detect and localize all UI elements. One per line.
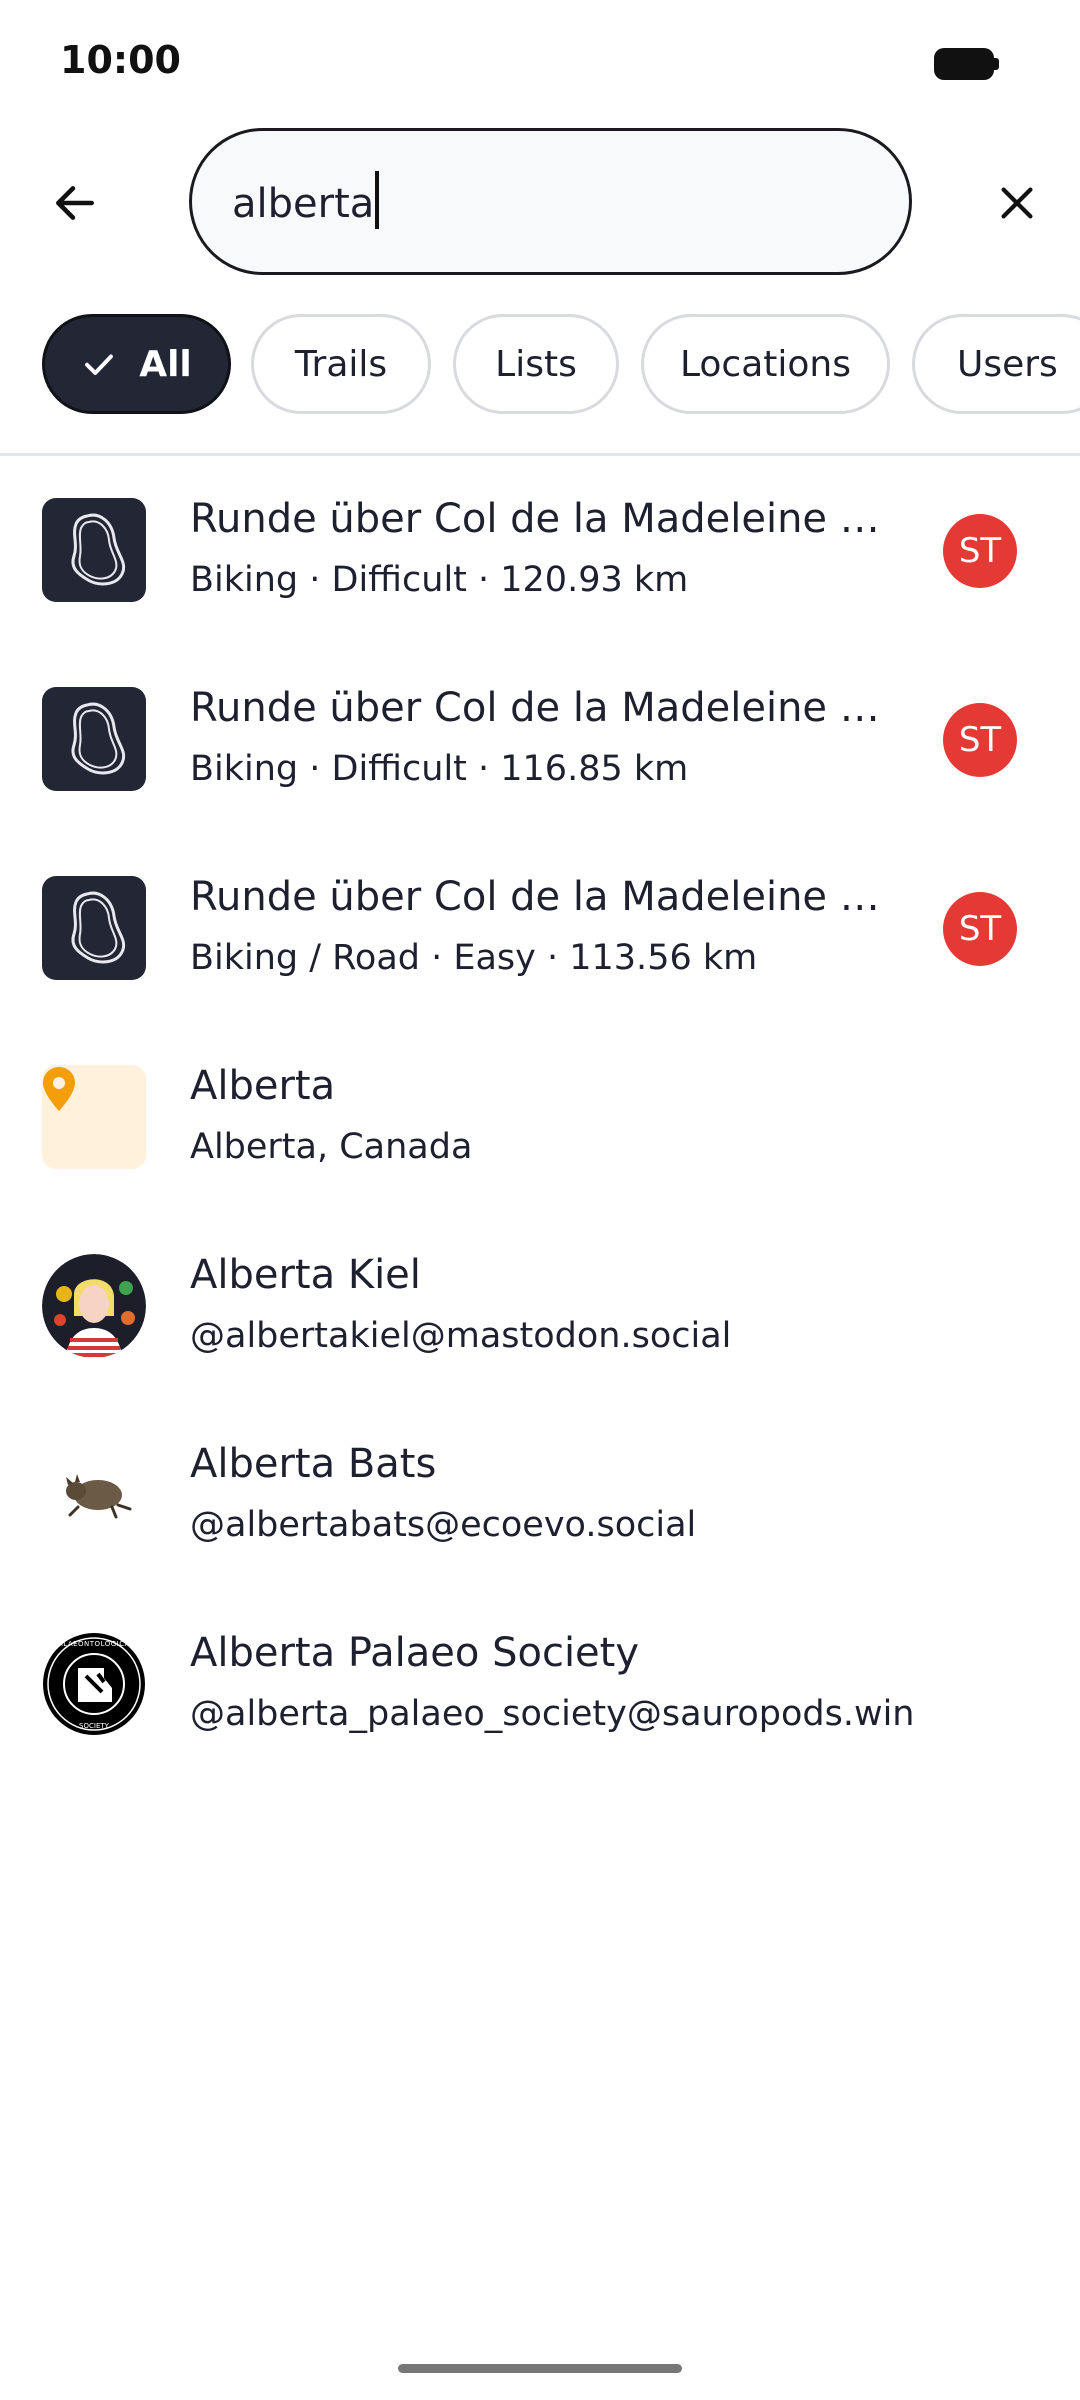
search-header: alberta (0, 128, 1080, 278)
user-avatar: PALAEONTOLOGICAL SOCIETY (42, 1632, 146, 1736)
search-query: alberta (232, 181, 375, 227)
check-icon (81, 346, 117, 382)
result-title: Alberta Palaeo Society (190, 1630, 640, 1676)
clear-search-button[interactable] (972, 158, 1062, 248)
result-title: Runde über Col de la Madeleine und Col d… (190, 496, 900, 542)
result-title: Alberta Bats (190, 1441, 437, 1487)
result-subtitle: Biking / Road · Easy · 113.56 km (190, 938, 758, 978)
search-field[interactable]: alberta (189, 128, 912, 275)
back-button[interactable] (30, 158, 120, 248)
filter-chip-all[interactable]: All (42, 314, 231, 414)
status-bar: 10:00 (0, 0, 1080, 120)
route-icon (42, 498, 146, 602)
result-subtitle: @albertabats@ecoevo.social (190, 1505, 697, 1545)
battery-icon (934, 48, 999, 80)
filter-chip-label: Trails (294, 343, 388, 385)
result-subtitle: Biking · Difficult · 116.85 km (190, 749, 689, 789)
filter-chip-label: All (139, 343, 192, 385)
author-avatar[interactable]: ST (943, 892, 1017, 966)
result-user[interactable]: PALAEONTOLOGICAL SOCIETY Alberta Palaeo … (0, 1604, 1080, 1793)
filter-chips: All Trails Lists Locations Users (0, 314, 1080, 414)
filter-chip-label: Users (957, 343, 1058, 385)
result-subtitle: @alberta_palaeo_society@sauropods.win (190, 1694, 915, 1734)
home-indicator[interactable] (398, 2364, 682, 2373)
close-icon (1001, 187, 1033, 219)
result-subtitle: @albertakiel@mastodon.social (190, 1316, 732, 1356)
arrow-left-icon (56, 186, 94, 220)
filter-chip-trails[interactable]: Trails (251, 314, 431, 414)
result-user[interactable]: Alberta Kiel @albertakiel@mastodon.socia… (0, 1226, 1080, 1415)
result-trail[interactable]: Runde über Col de la Madeleine und Col d… (0, 659, 1080, 848)
result-subtitle: Alberta, Canada (190, 1127, 473, 1167)
map-pin-icon (43, 1067, 75, 1111)
svg-text:PALAEONTOLOGICAL: PALAEONTOLOGICAL (54, 1640, 135, 1648)
author-avatar[interactable]: ST (943, 514, 1017, 588)
route-icon (42, 687, 146, 791)
filter-chip-label: Locations (679, 343, 852, 385)
divider (0, 453, 1080, 456)
result-location[interactable]: Alberta Alberta, Canada (0, 1037, 1080, 1226)
search-input[interactable]: alberta (232, 171, 380, 229)
result-subtitle: Biking · Difficult · 120.93 km (190, 560, 689, 600)
author-avatar[interactable]: ST (943, 703, 1017, 777)
filter-chip-lists[interactable]: Lists (453, 314, 619, 414)
status-time: 10:00 (60, 38, 181, 82)
result-trail[interactable]: Runde über Col de la Madeleine und Col d… (0, 470, 1080, 659)
filter-chip-users[interactable]: Users (912, 314, 1080, 414)
user-avatar (42, 1254, 146, 1358)
result-trail[interactable]: Runde über Col de la Madeleine und Col d… (0, 848, 1080, 1037)
result-title: Alberta Kiel (190, 1252, 421, 1298)
svg-text:SOCIETY: SOCIETY (79, 1722, 110, 1730)
society-logo: PALAEONTOLOGICAL SOCIETY (43, 1633, 145, 1735)
filter-chip-locations[interactable]: Locations (641, 314, 890, 414)
filter-chip-label: Lists (495, 343, 577, 385)
result-title: Runde über Col de la Madeleine und Col d… (190, 685, 900, 731)
result-title: Alberta (190, 1063, 336, 1109)
text-caret (375, 171, 380, 229)
route-icon (42, 876, 146, 980)
result-user[interactable]: Alberta Bats @albertabats@ecoevo.social (0, 1415, 1080, 1604)
result-title: Runde über Col de la Madeleine und Col d… (190, 874, 900, 920)
location-thumbnail (42, 1065, 146, 1169)
user-avatar (42, 1443, 146, 1547)
